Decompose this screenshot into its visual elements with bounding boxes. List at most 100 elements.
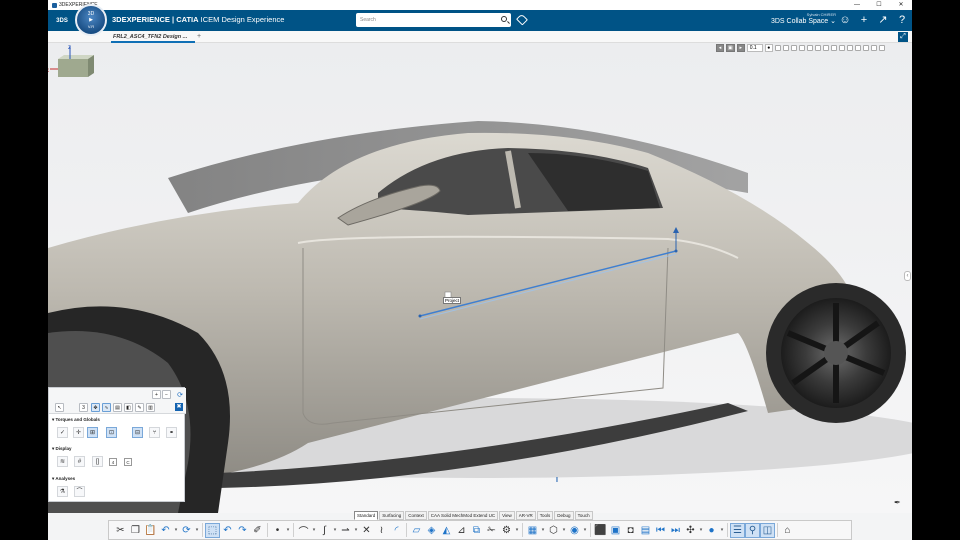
- view-prev-button[interactable]: ◂: [716, 44, 724, 52]
- axis-tool-icon[interactable]: ✛: [73, 427, 84, 438]
- paint-icon[interactable]: ✎: [135, 403, 144, 412]
- point-dropdown[interactable]: ▾: [285, 523, 291, 538]
- select-tool-icon[interactable]: ⬚: [205, 522, 220, 538]
- refresh-icon[interactable]: ⟳: [177, 391, 183, 399]
- tab-tools[interactable]: Tools: [536, 511, 554, 520]
- view-opt-10[interactable]: [846, 45, 853, 51]
- view-opt-8[interactable]: [830, 45, 837, 51]
- view-opt-9[interactable]: [838, 45, 845, 51]
- help-icon[interactable]: ?: [896, 14, 908, 26]
- surface-icon[interactable]: ⊡: [106, 427, 117, 438]
- camera-icon[interactable]: ▣: [726, 44, 735, 52]
- fill-surface-icon[interactable]: ◭: [439, 523, 454, 538]
- share-icon[interactable]: ↗: [877, 14, 889, 26]
- display-value-a[interactable]: 4: [109, 458, 117, 466]
- view-opt-7[interactable]: [822, 45, 829, 51]
- tag-icon[interactable]: [515, 13, 529, 26]
- copy-icon[interactable]: ❐: [128, 523, 143, 538]
- minimize-button[interactable]: —: [846, 0, 868, 10]
- rewind-icon[interactable]: ⏮: [653, 523, 668, 538]
- analysis-curve-icon[interactable]: ⌒: [74, 486, 85, 497]
- undo-history-icon[interactable]: ↶: [158, 523, 173, 538]
- paste-icon[interactable]: 📋: [143, 523, 158, 538]
- blend-surface-icon[interactable]: ◈: [424, 523, 439, 538]
- panel-view-icon[interactable]: ▣: [608, 523, 623, 538]
- compass-widget[interactable]: 3D ▶ V.R: [75, 4, 107, 36]
- tab-surfacing[interactable]: Surfacing: [379, 511, 405, 520]
- curve-icon[interactable]: ∿: [102, 403, 111, 412]
- tab-view[interactable]: View: [499, 511, 515, 520]
- trim-icon[interactable]: ✁: [484, 523, 499, 538]
- fillet-curve-icon[interactable]: ◜: [389, 523, 404, 538]
- redo-icon[interactable]: ↷: [235, 523, 250, 538]
- close-button[interactable]: ✕: [890, 0, 912, 10]
- display-mesh-icon[interactable]: ≋: [57, 456, 68, 467]
- sweep-icon[interactable]: ⧉: [469, 523, 484, 538]
- view-opt-12[interactable]: [862, 45, 869, 51]
- display-bracket-icon[interactable]: []: [92, 456, 103, 467]
- update-icon[interactable]: ⟳: [179, 523, 194, 538]
- maximize-button[interactable]: ☐: [868, 0, 890, 10]
- manipulator-icon[interactable]: ✣: [683, 523, 698, 538]
- curve-tool-icon[interactable]: ⌒: [296, 523, 311, 538]
- panel-close-button[interactable]: ✖: [175, 403, 183, 411]
- sketch-icon[interactable]: ✐: [250, 523, 265, 538]
- display-value-b[interactable]: C: [124, 458, 132, 466]
- user-add-icon[interactable]: ☺: [839, 14, 851, 26]
- collab-space-selector[interactable]: 3DS Collab Space ⌄: [771, 17, 836, 25]
- update-dropdown[interactable]: ▾: [194, 523, 200, 538]
- view-opt-5[interactable]: [806, 45, 813, 51]
- view-opt-13[interactable]: [870, 45, 877, 51]
- side-panel-toggle[interactable]: ‹: [904, 271, 911, 281]
- surface-tool-icon[interactable]: ▱: [409, 523, 424, 538]
- undo-icon[interactable]: ↶: [220, 523, 235, 538]
- intersect-icon[interactable]: ✕: [359, 523, 374, 538]
- eye-dropdown[interactable]: ▾: [582, 523, 588, 538]
- gear-dropdown[interactable]: ▾: [514, 523, 520, 538]
- analysis-tool-icon[interactable]: ▦: [525, 523, 540, 538]
- gear-icon[interactable]: ⚙: [499, 523, 514, 538]
- compare-icon[interactable]: ◫: [760, 522, 775, 538]
- section-torques[interactable]: ▾ Torques and Globals: [52, 417, 100, 423]
- list-view-icon[interactable]: ☰: [730, 522, 745, 538]
- view-opt-11[interactable]: [854, 45, 861, 51]
- 3d-viewport[interactable]: Project z x ⟳ + − ↖ 3 ✥ ∿ ▤ ◧ ✎ ▥: [48, 43, 912, 513]
- navigation-cube[interactable]: z x: [48, 43, 108, 87]
- info-dropdown[interactable]: ▾: [719, 523, 725, 538]
- tab-standard[interactable]: Standard: [354, 511, 379, 520]
- ds-logo-icon[interactable]: 3DS: [54, 13, 70, 29]
- point-icon[interactable]: •: [270, 523, 285, 538]
- project-label[interactable]: Project: [443, 297, 462, 304]
- search-icon[interactable]: [501, 16, 507, 22]
- layers-icon[interactable]: ▥: [146, 403, 155, 412]
- spline-icon[interactable]: ∫: [317, 523, 332, 538]
- forward-icon[interactable]: ⏭: [668, 523, 683, 538]
- tab-touch[interactable]: Touch: [574, 511, 593, 520]
- view-opt-4[interactable]: [798, 45, 805, 51]
- view-opt-14[interactable]: [878, 45, 885, 51]
- offset-curve-icon[interactable]: ≀: [374, 523, 389, 538]
- globals-icon[interactable]: ⊞: [87, 427, 98, 438]
- fit-icon[interactable]: ▤: [113, 403, 122, 412]
- view-opt-6[interactable]: [814, 45, 821, 51]
- capture-icon[interactable]: ◘: [623, 523, 638, 538]
- link-icon[interactable]: ⚭: [166, 427, 177, 438]
- view-next-button[interactable]: ▸: [736, 44, 745, 52]
- record-icon[interactable]: ●: [764, 44, 773, 52]
- tab-debug[interactable]: Debug: [554, 511, 574, 520]
- eye-icon[interactable]: ◉: [567, 523, 582, 538]
- tab-context[interactable]: Context: [405, 511, 427, 520]
- add-icon[interactable]: +: [152, 390, 161, 399]
- tab-caa[interactable]: CAA Solid MechMod Extend UC: [427, 511, 499, 520]
- remove-icon[interactable]: −: [162, 390, 171, 399]
- project-curve-icon[interactable]: ⇀: [338, 523, 353, 538]
- fork-icon[interactable]: ⑂: [149, 427, 160, 438]
- extrude-icon[interactable]: ⊿: [454, 523, 469, 538]
- add-tab-button[interactable]: +: [197, 31, 201, 43]
- home-icon[interactable]: ⌂: [780, 523, 795, 538]
- view-opt-2[interactable]: [782, 45, 789, 51]
- search-input[interactable]: Search: [356, 13, 511, 27]
- tab-ar-vr[interactable]: AR-VR: [515, 511, 536, 520]
- view-value-input[interactable]: 0.1: [746, 44, 763, 52]
- expand-icon[interactable]: ⤢: [898, 32, 908, 42]
